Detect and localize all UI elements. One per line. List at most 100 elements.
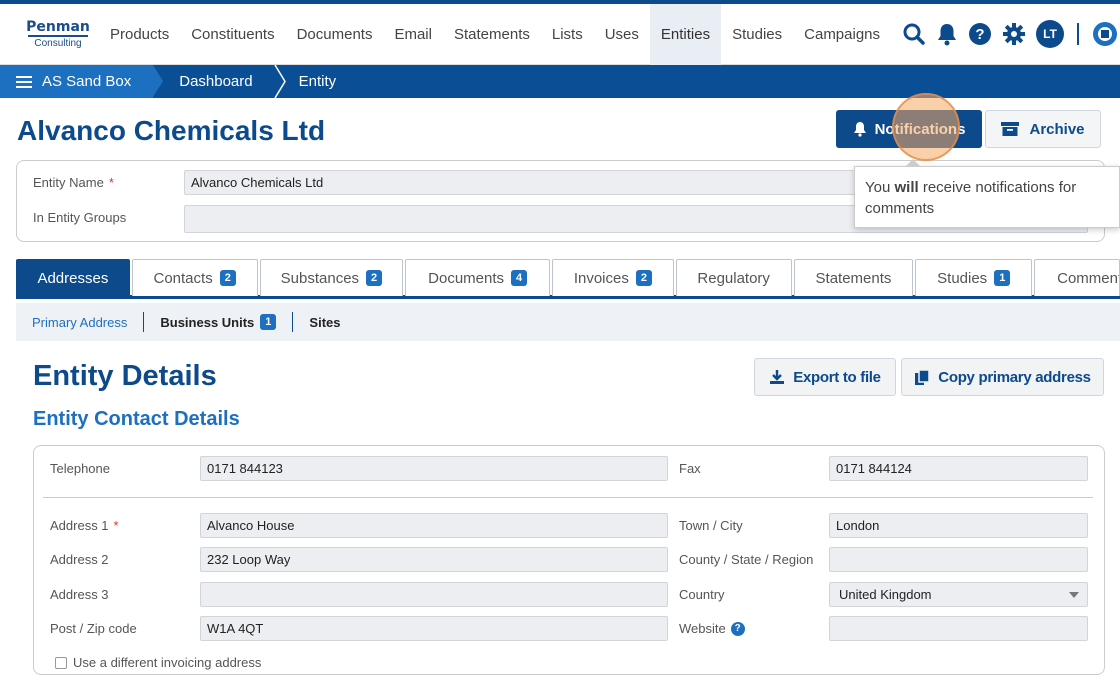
hamburger-icon[interactable]: [16, 75, 32, 88]
tab-substances-count: 2: [366, 270, 383, 286]
address1-label-text: Address 1: [50, 518, 109, 533]
tab-studies[interactable]: Studies 1: [915, 259, 1033, 296]
tab-comments[interactable]: Comments: [1034, 259, 1120, 296]
address2-label: Address 2: [50, 552, 109, 567]
fax-field[interactable]: 0171 844124: [829, 456, 1088, 481]
copy-primary-address-button[interactable]: Copy primary address: [901, 358, 1104, 396]
country-label: Country: [679, 587, 725, 602]
subnav-sites-label: Sites: [309, 314, 341, 330]
nav-email[interactable]: Email: [383, 4, 443, 65]
tab-documents-count: 4: [511, 270, 528, 286]
tooltip-text-before: You: [865, 179, 895, 196]
postcode-label: Post / Zip code: [50, 621, 137, 636]
user-avatar[interactable]: LT: [1036, 20, 1065, 48]
page-title: Alvanco Chemicals Ltd: [17, 115, 326, 146]
export-button[interactable]: Export to file: [754, 358, 896, 396]
breadcrumb-entity-label: Entity: [298, 73, 337, 90]
help-icon[interactable]: ?: [968, 22, 992, 46]
address2-field[interactable]: 232 Loop Way: [200, 547, 668, 572]
country-value: United Kingdom: [839, 587, 932, 602]
nav-studies[interactable]: Studies: [721, 4, 793, 65]
tab-contacts[interactable]: Contacts 2: [131, 259, 258, 296]
subnav-business-units[interactable]: Business Units 1: [144, 314, 292, 330]
archive-button[interactable]: Archive: [985, 110, 1101, 148]
search-icon[interactable]: [902, 22, 926, 46]
svg-text:?: ?: [975, 26, 984, 43]
county-label: County / State / Region: [679, 552, 814, 567]
postcode-field[interactable]: W1A 4QT: [200, 616, 668, 641]
tab-statements-label: Statements: [815, 269, 892, 287]
town-field[interactable]: London: [829, 513, 1088, 538]
tab-documents-label: Documents: [428, 269, 505, 287]
notifications-tooltip: You will receive notifications for comme…: [854, 159, 1120, 228]
entity-name-label-text: Entity Name: [33, 175, 104, 190]
address3-field[interactable]: [200, 582, 668, 607]
town-label: Town / City: [679, 518, 743, 533]
main-nav: Products Constituents Documents Email St…: [99, 3, 891, 65]
nav-campaigns[interactable]: Campaigns: [793, 4, 891, 65]
logo-underline: [28, 34, 88, 37]
telephone-field[interactable]: 0171 844123: [200, 456, 668, 481]
nav-documents[interactable]: Documents: [286, 4, 384, 65]
tab-substances[interactable]: Substances 2: [259, 259, 404, 296]
tab-substances-label: Substances: [280, 269, 360, 287]
nav-products[interactable]: Products: [99, 4, 180, 65]
nav-statements[interactable]: Statements: [443, 4, 541, 65]
address1-field[interactable]: Alvanco House: [200, 513, 668, 538]
tab-studies-label: Studies: [937, 269, 988, 287]
notifications-button[interactable]: Notifications: [836, 110, 982, 148]
tab-contacts-count: 2: [219, 270, 236, 286]
website-field[interactable]: [829, 616, 1088, 641]
bell-icon[interactable]: [936, 22, 958, 46]
required-marker: *: [113, 518, 119, 533]
nav-entities[interactable]: Entities: [649, 3, 722, 65]
breadcrumb-entity[interactable]: Entity: [275, 65, 359, 98]
logo-line1: Penman: [26, 18, 90, 35]
tab-addresses[interactable]: Addresses: [16, 259, 130, 296]
tab-statements[interactable]: Statements: [793, 259, 914, 296]
nav-divider: [1077, 23, 1080, 45]
breadcrumb-dashboard[interactable]: Dashboard: [153, 65, 286, 98]
download-icon: [770, 370, 785, 384]
entity-header: Alvanco Chemicals Ltd Notifications Arch…: [0, 98, 1120, 158]
breadcrumb-dashboard-label: Dashboard: [179, 73, 253, 90]
bell-icon: [853, 122, 866, 137]
county-field[interactable]: [829, 547, 1088, 572]
tab-invoices[interactable]: Invoices 2: [552, 259, 674, 296]
country-select[interactable]: United Kingdom: [829, 582, 1088, 607]
nav-lists[interactable]: Lists: [541, 4, 594, 65]
penman-logo[interactable]: Penman Consulting: [26, 18, 90, 49]
tab-regulatory[interactable]: Regulatory: [675, 259, 792, 296]
help-icon[interactable]: ?: [730, 621, 745, 636]
address3-label: Address 3: [50, 587, 109, 602]
subnav-business-units-count: 1: [260, 314, 277, 330]
breadcrumb-sandbox-label: AS Sand Box: [42, 73, 132, 90]
subnav-sites[interactable]: Sites: [293, 315, 356, 330]
telephone-label: Telephone: [50, 461, 110, 476]
subnav-primary-address[interactable]: Primary Address: [16, 315, 143, 330]
copy-label: Copy primary address: [938, 368, 1091, 386]
website-label-text: Website: [679, 621, 726, 636]
export-label: Export to file: [793, 368, 881, 386]
tab-contacts-label: Contacts: [153, 269, 213, 287]
website-label: Website?: [679, 621, 745, 636]
avatar-initials: LT: [1036, 20, 1065, 48]
tab-invoices-label: Invoices: [573, 269, 629, 287]
archive-icon: [1001, 122, 1020, 136]
tab-regulatory-label: Regulatory: [697, 269, 770, 287]
nav-uses[interactable]: Uses: [594, 4, 650, 65]
tab-documents[interactable]: Documents 4: [405, 259, 551, 296]
entity-groups-label: In Entity Groups: [33, 210, 127, 225]
address-subnav: Primary Address Business Units 1 Sites: [16, 303, 1120, 341]
breadcrumb-sandbox[interactable]: AS Sand Box: [0, 65, 164, 98]
nav-constituents[interactable]: Constituents: [180, 4, 285, 65]
divider: [43, 497, 1093, 498]
fax-label: Fax: [679, 461, 701, 476]
org-switcher-icon[interactable]: [1092, 21, 1118, 47]
entity-name-label: Entity Name *: [33, 175, 114, 190]
archive-label: Archive: [1029, 120, 1085, 138]
logo-line2: Consulting: [34, 37, 82, 49]
gear-icon[interactable]: [1002, 22, 1026, 46]
tab-invoices-count: 2: [635, 270, 652, 286]
tab-comments-label: Comments: [1057, 269, 1119, 287]
